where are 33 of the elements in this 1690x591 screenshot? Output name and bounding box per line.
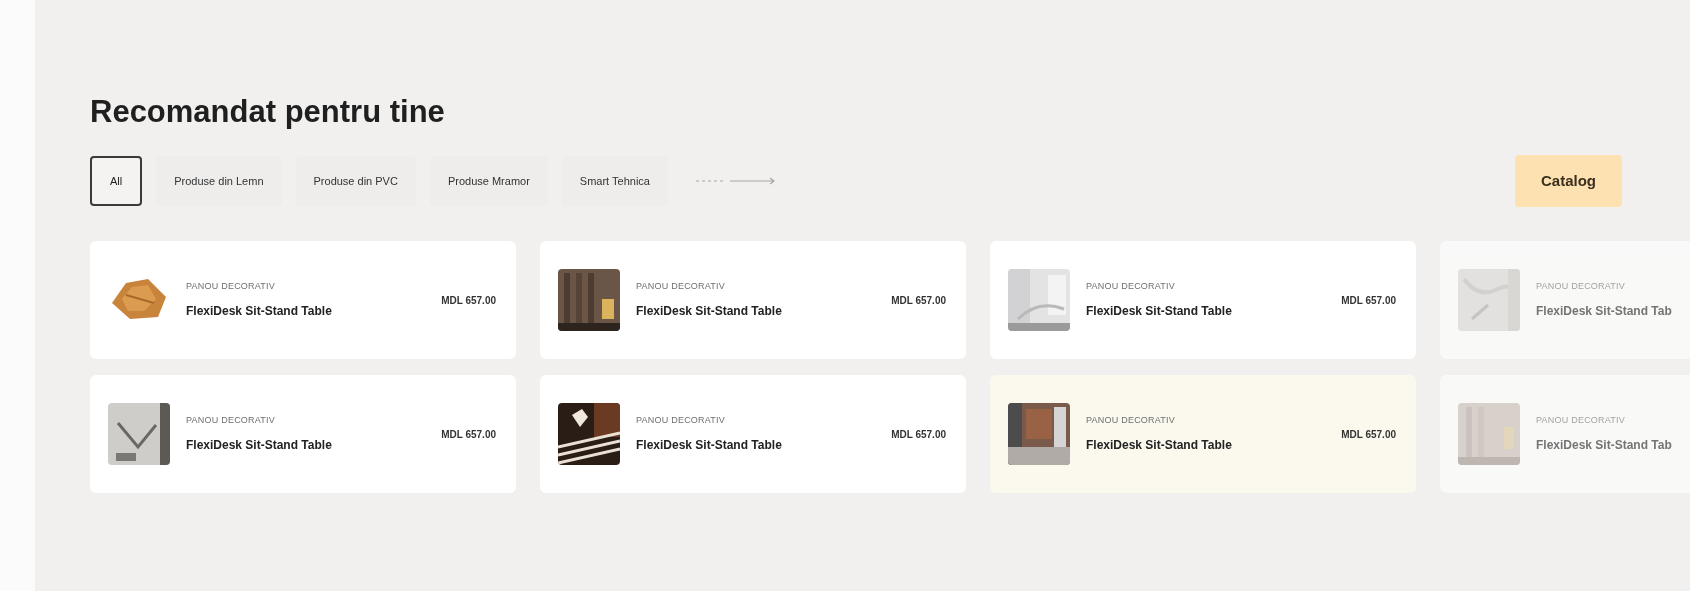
section-title: Recomandat pentru tine <box>90 96 446 127</box>
product-price: MDL 657.00 <box>441 293 496 308</box>
product-name: FlexiDesk Sit-Stand Tab <box>1536 436 1672 454</box>
product-card[interactable]: PANOU DECORATIV FlexiDesk Sit-Stand Table MDL 657.00 <box>540 375 966 493</box>
product-name: FlexiDesk Sit-Stand Table <box>186 302 332 320</box>
catalog-button[interactable]: Catalog <box>1515 155 1622 207</box>
product-card[interactable]: PANOU DECORATIV FlexiDesk Sit-Stand Table MDL 657.00 <box>90 375 516 493</box>
product-name: FlexiDesk Sit-Stand Table <box>636 302 782 320</box>
product-category: PANOU DECORATIV <box>1536 280 1627 294</box>
product-category: PANOU DECORATIV <box>636 280 727 294</box>
product-category: PANOU DECORATIV <box>186 280 277 294</box>
product-card[interactable]: PANOU DECORATIV FlexiDesk Sit-Stand Tab <box>1440 241 1690 359</box>
product-category: PANOU DECORATIV <box>1086 414 1177 428</box>
product-price: MDL 657.00 <box>891 293 946 308</box>
product-name: FlexiDesk Sit-Stand Table <box>1086 302 1232 320</box>
product-card[interactable]: PANOU DECORATIV FlexiDesk Sit-Stand Table MDL 657.00 <box>540 241 966 359</box>
product-price: MDL 657.00 <box>441 427 496 442</box>
product-name: FlexiDesk Sit-Stand Tab <box>1536 302 1672 320</box>
product-category: PANOU DECORATIV <box>1536 414 1627 428</box>
product-price: MDL 657.00 <box>891 427 946 442</box>
product-card[interactable]: PANOU DECORATIV FlexiDesk Sit-Stand Table MDL 657.00 <box>990 375 1416 493</box>
product-card[interactable]: PANOU DECORATIV FlexiDesk Sit-Stand Table MDL 657.00 <box>90 241 516 359</box>
product-category: PANOU DECORATIV <box>186 414 277 428</box>
filter-tab[interactable]: All <box>90 156 143 206</box>
product-name: FlexiDesk Sit-Stand Table <box>1086 436 1232 454</box>
product-card[interactable]: PANOU DECORATIV FlexiDesk Sit-Stand Table MDL 657.00 <box>990 241 1416 359</box>
product-price: MDL 657.00 <box>1341 427 1396 442</box>
product-name: FlexiDesk Sit-Stand Table <box>186 436 332 454</box>
product-category: PANOU DECORATIV <box>636 414 727 428</box>
product-card[interactable]: PANOU DECORATIV FlexiDesk Sit-Stand Tab <box>1440 375 1690 493</box>
product-price: MDL 657.00 <box>1341 293 1396 308</box>
product-name: FlexiDesk Sit-Stand Table <box>636 436 782 454</box>
product-category: PANOU DECORATIV <box>1086 280 1177 294</box>
